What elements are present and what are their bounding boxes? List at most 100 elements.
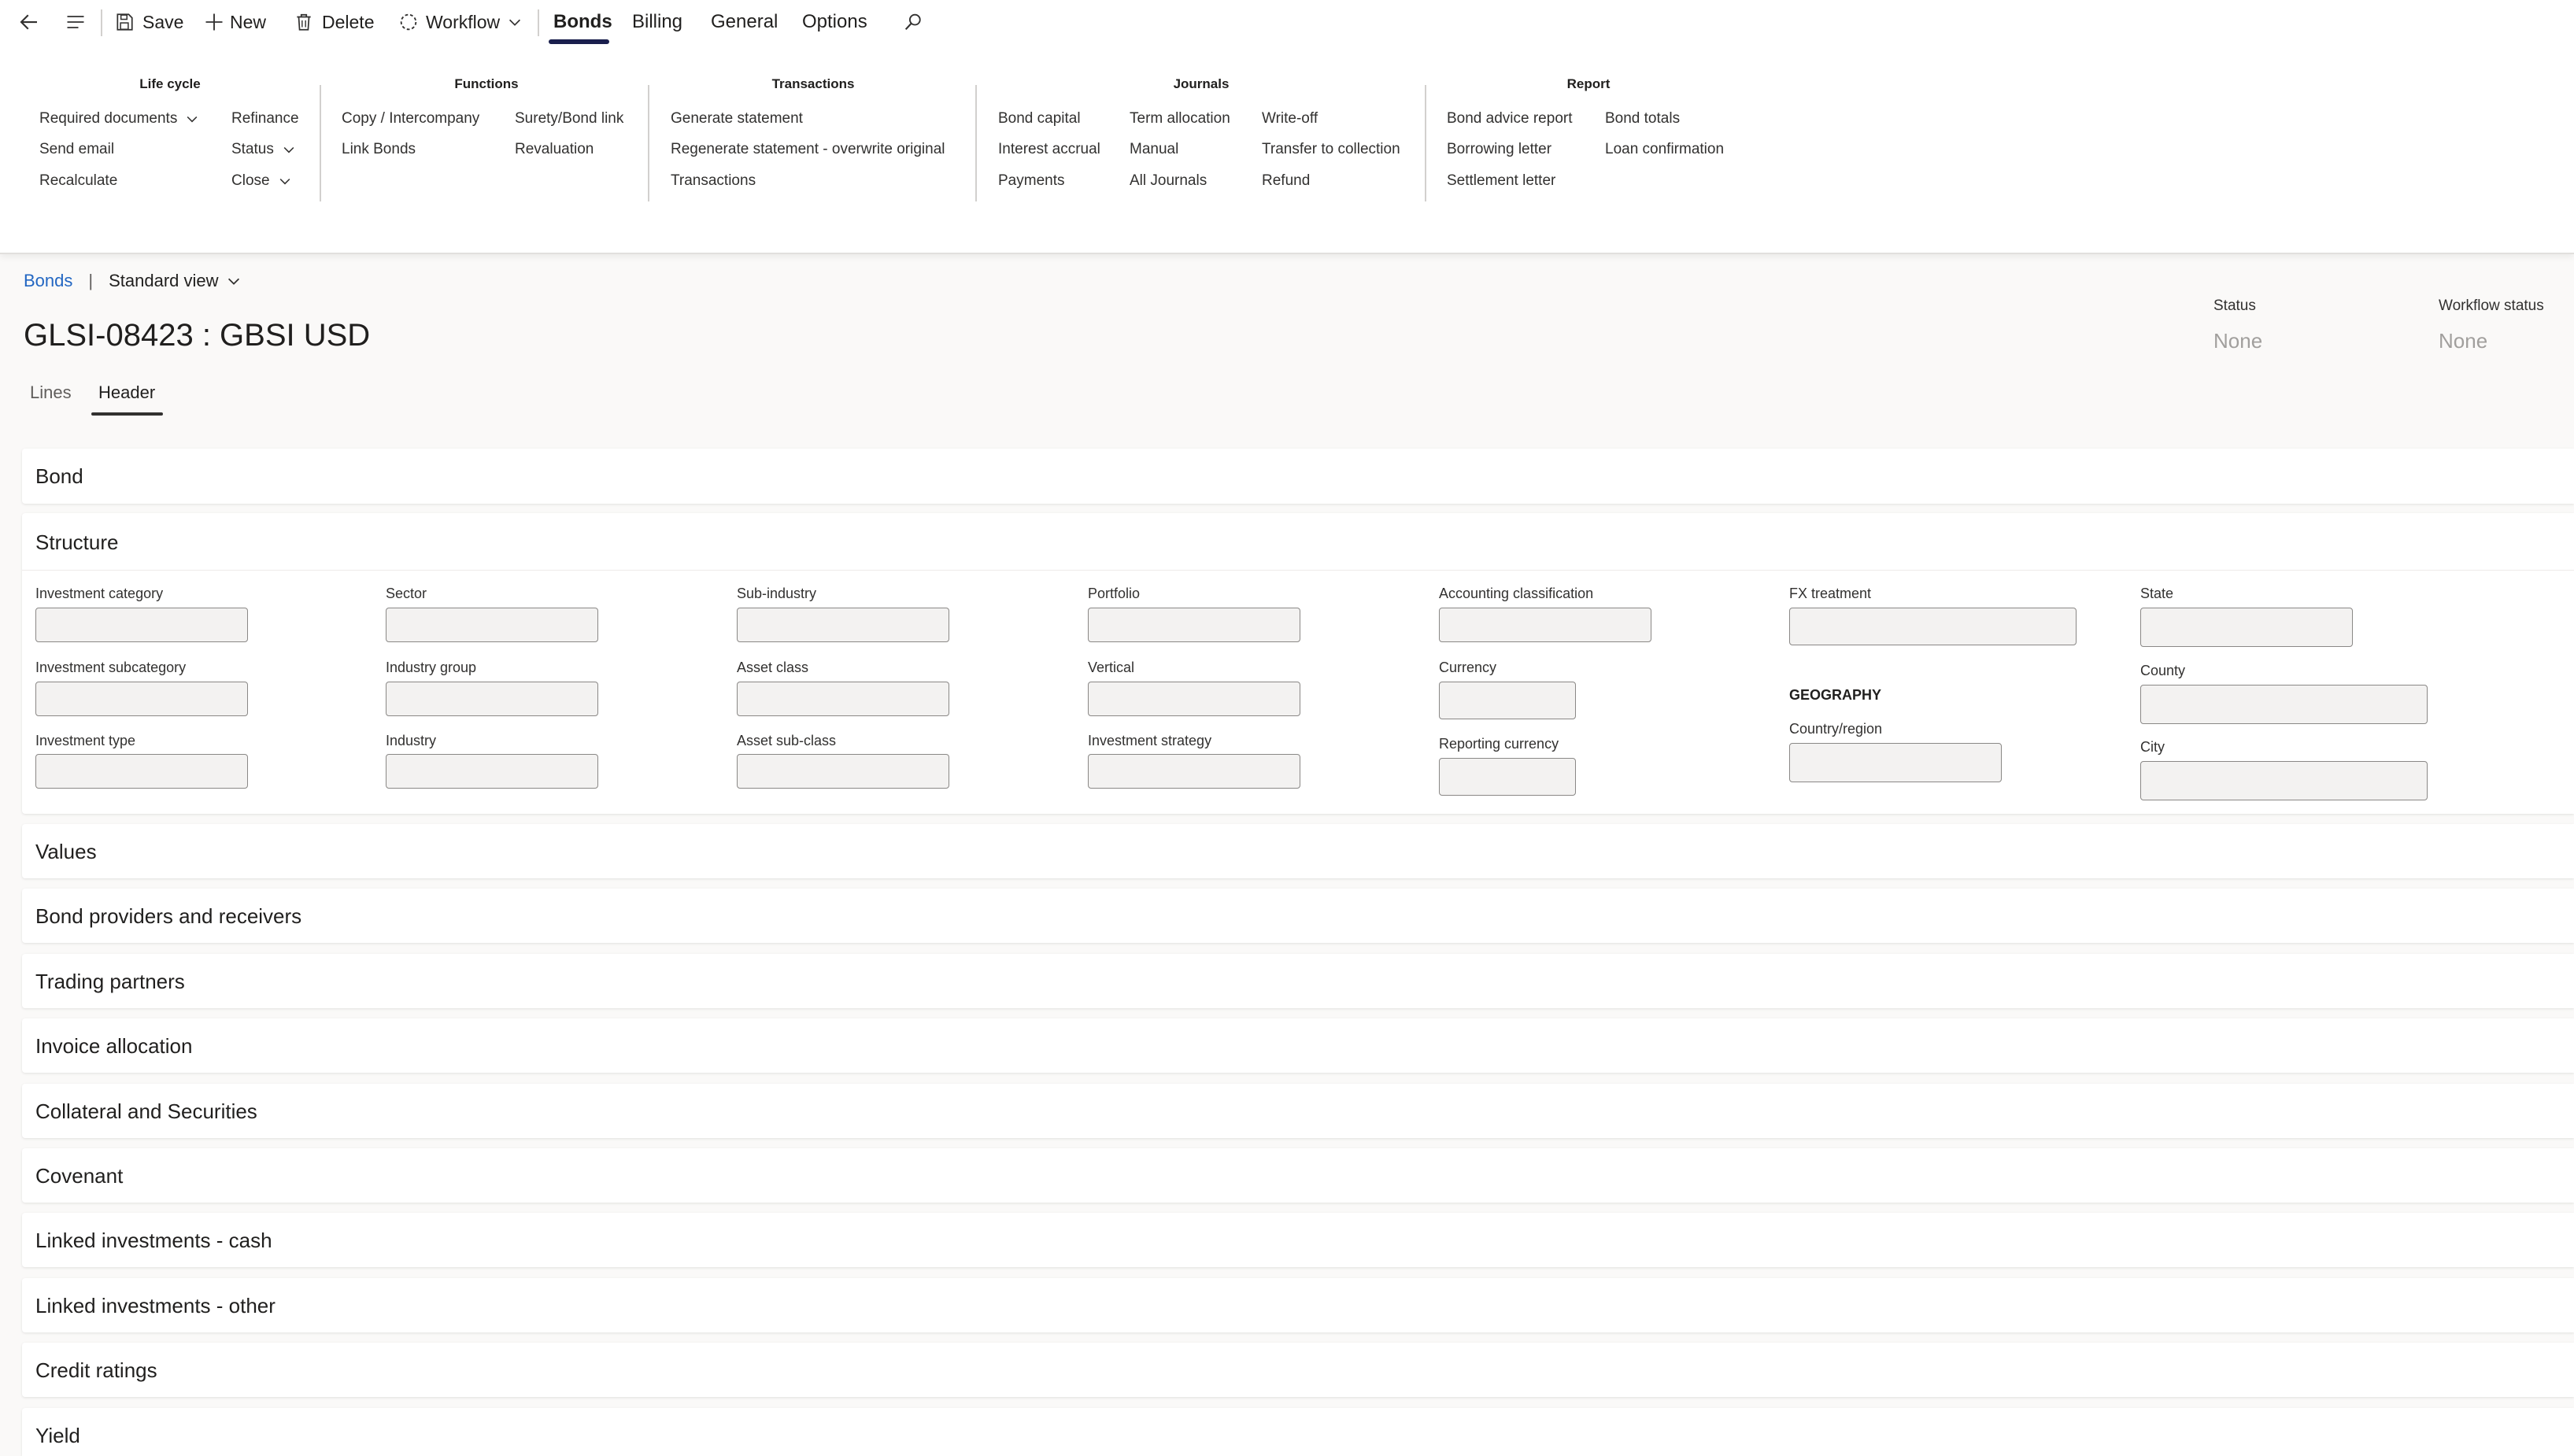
city-input[interactable] bbox=[2140, 761, 2428, 800]
fx-treatment-label: FX treatment bbox=[1789, 586, 1872, 601]
revaluation-button[interactable]: Revaluation bbox=[515, 141, 594, 158]
bond-advice-report-button[interactable]: Bond advice report bbox=[1447, 110, 1573, 127]
state-input[interactable] bbox=[2140, 608, 2353, 647]
asset-class-input[interactable] bbox=[737, 682, 949, 716]
section-divider bbox=[22, 570, 2574, 571]
country-region-input[interactable] bbox=[1789, 743, 2002, 782]
section-bond-providers-and-receivers[interactable]: Bond providers and receivers bbox=[22, 889, 2574, 943]
chevron-down-icon bbox=[279, 178, 290, 185]
investment-category-label: Investment category bbox=[35, 586, 164, 601]
reporting-currency-input[interactable] bbox=[1439, 758, 1576, 796]
manual-button[interactable]: Manual bbox=[1130, 141, 1178, 158]
term-allocation-button[interactable]: Term allocation bbox=[1130, 110, 1230, 127]
industry-input[interactable] bbox=[386, 754, 598, 789]
back-button[interactable] bbox=[17, 0, 41, 44]
regenerate-statement-button[interactable]: Regenerate statement - overwrite origina… bbox=[671, 141, 945, 158]
save-button[interactable]: Save bbox=[114, 0, 183, 44]
tab-lines[interactable]: Lines bbox=[30, 382, 72, 403]
hamburger-icon bbox=[67, 16, 84, 28]
investment-strategy-input[interactable] bbox=[1088, 754, 1300, 789]
all-journals-button[interactable]: All Journals bbox=[1130, 172, 1207, 190]
refund-button[interactable]: Refund bbox=[1262, 172, 1310, 190]
tab-general[interactable]: General bbox=[711, 0, 778, 44]
investment-type-label: Investment type bbox=[35, 733, 136, 748]
sub-industry-input[interactable] bbox=[737, 608, 949, 642]
portfolio-input[interactable] bbox=[1088, 608, 1300, 642]
active-page-tab-indicator bbox=[91, 412, 163, 416]
breadcrumb-link-bonds[interactable]: Bonds bbox=[24, 271, 72, 291]
view-selector-label: Standard view bbox=[109, 271, 219, 290]
group-title-transactions: Transactions bbox=[771, 76, 855, 91]
section-structure: Structure Investment category Investment… bbox=[22, 513, 2574, 814]
section-bond[interactable]: Bond bbox=[22, 449, 2574, 504]
menu-button[interactable] bbox=[65, 0, 87, 44]
new-button[interactable]: New bbox=[203, 0, 266, 44]
county-input[interactable] bbox=[2140, 685, 2428, 724]
loan-confirmation-button[interactable]: Loan confirmation bbox=[1605, 141, 1724, 158]
section-title: Values bbox=[35, 840, 97, 863]
section-title: Covenant bbox=[35, 1164, 124, 1188]
recalculate-button[interactable]: Recalculate bbox=[39, 172, 117, 190]
sector-input[interactable] bbox=[386, 608, 598, 642]
interest-accrual-button[interactable]: Interest accrual bbox=[998, 141, 1100, 158]
section-title[interactable]: Structure bbox=[35, 530, 119, 555]
search-button[interactable] bbox=[902, 0, 924, 44]
section-invoice-allocation[interactable]: Invoice allocation bbox=[22, 1018, 2574, 1073]
transactions-button[interactable]: Transactions bbox=[671, 172, 756, 190]
copy-intercompany-button[interactable]: Copy / Intercompany bbox=[342, 110, 479, 127]
workflow-status-label: Workflow status bbox=[2439, 297, 2544, 314]
toolbar-divider bbox=[101, 9, 102, 36]
required-documents-menu[interactable]: Required documents bbox=[39, 110, 200, 127]
section-covenant[interactable]: Covenant bbox=[22, 1148, 2574, 1203]
back-arrow-icon bbox=[20, 14, 37, 30]
section-yield[interactable]: Yield bbox=[22, 1408, 2574, 1456]
view-selector[interactable]: Standard view bbox=[109, 271, 242, 291]
write-off-button[interactable]: Write-off bbox=[1262, 110, 1318, 127]
status-menu[interactable]: Status bbox=[231, 141, 297, 158]
asset-sub-class-input[interactable] bbox=[737, 754, 949, 789]
bond-capital-button[interactable]: Bond capital bbox=[998, 110, 1081, 127]
workflow-button[interactable]: Workflow bbox=[398, 0, 523, 44]
payments-button[interactable]: Payments bbox=[998, 172, 1064, 190]
settlement-letter-button[interactable]: Settlement letter bbox=[1447, 172, 1555, 190]
section-credit-ratings[interactable]: Credit ratings bbox=[22, 1343, 2574, 1397]
industry-group-input[interactable] bbox=[386, 682, 598, 716]
refinance-button[interactable]: Refinance bbox=[231, 110, 299, 127]
tab-options[interactable]: Options bbox=[802, 0, 867, 44]
delete-button[interactable]: Delete bbox=[294, 0, 374, 44]
investment-strategy-label: Investment strategy bbox=[1088, 733, 1212, 748]
send-email-button[interactable]: Send email bbox=[39, 141, 114, 158]
section-title: Collateral and Securities bbox=[35, 1099, 257, 1123]
accounting-classification-input[interactable] bbox=[1439, 608, 1651, 642]
section-linked-investments-other[interactable]: Linked investments - other bbox=[22, 1278, 2574, 1332]
vertical-input[interactable] bbox=[1088, 682, 1300, 716]
surety-bond-link-button[interactable]: Surety/Bond link bbox=[515, 110, 623, 127]
tab-billing[interactable]: Billing bbox=[632, 0, 682, 44]
close-menu[interactable]: Close bbox=[231, 172, 293, 190]
currency-label: Currency bbox=[1439, 660, 1497, 675]
transfer-to-collection-button[interactable]: Transfer to collection bbox=[1262, 141, 1400, 158]
save-label: Save bbox=[142, 11, 184, 32]
investment-subcategory-input[interactable] bbox=[35, 682, 248, 716]
section-trading-partners[interactable]: Trading partners bbox=[22, 954, 2574, 1008]
section-linked-investments-cash[interactable]: Linked investments - cash bbox=[22, 1213, 2574, 1267]
geography-heading: GEOGRAPHY bbox=[1789, 687, 1882, 703]
section-collateral-and-securities[interactable]: Collateral and Securities bbox=[22, 1084, 2574, 1138]
currency-input[interactable] bbox=[1439, 682, 1576, 719]
investment-category-input[interactable] bbox=[35, 608, 248, 642]
save-icon bbox=[116, 13, 133, 31]
chevron-down-icon bbox=[227, 278, 239, 285]
sector-label: Sector bbox=[386, 586, 427, 601]
section-title: Yield bbox=[35, 1424, 80, 1447]
link-bonds-button[interactable]: Link Bonds bbox=[342, 141, 416, 158]
tab-header[interactable]: Header bbox=[98, 382, 155, 403]
tab-bonds[interactable]: Bonds bbox=[553, 0, 612, 44]
status-label: Status bbox=[2213, 297, 2256, 314]
borrowing-letter-button[interactable]: Borrowing letter bbox=[1447, 141, 1551, 158]
bond-totals-button[interactable]: Bond totals bbox=[1605, 110, 1680, 127]
investment-type-input[interactable] bbox=[35, 754, 248, 789]
plus-icon bbox=[205, 13, 223, 31]
fx-treatment-input[interactable] bbox=[1789, 608, 2077, 645]
generate-statement-button[interactable]: Generate statement bbox=[671, 110, 803, 127]
section-values[interactable]: Values bbox=[22, 824, 2574, 878]
